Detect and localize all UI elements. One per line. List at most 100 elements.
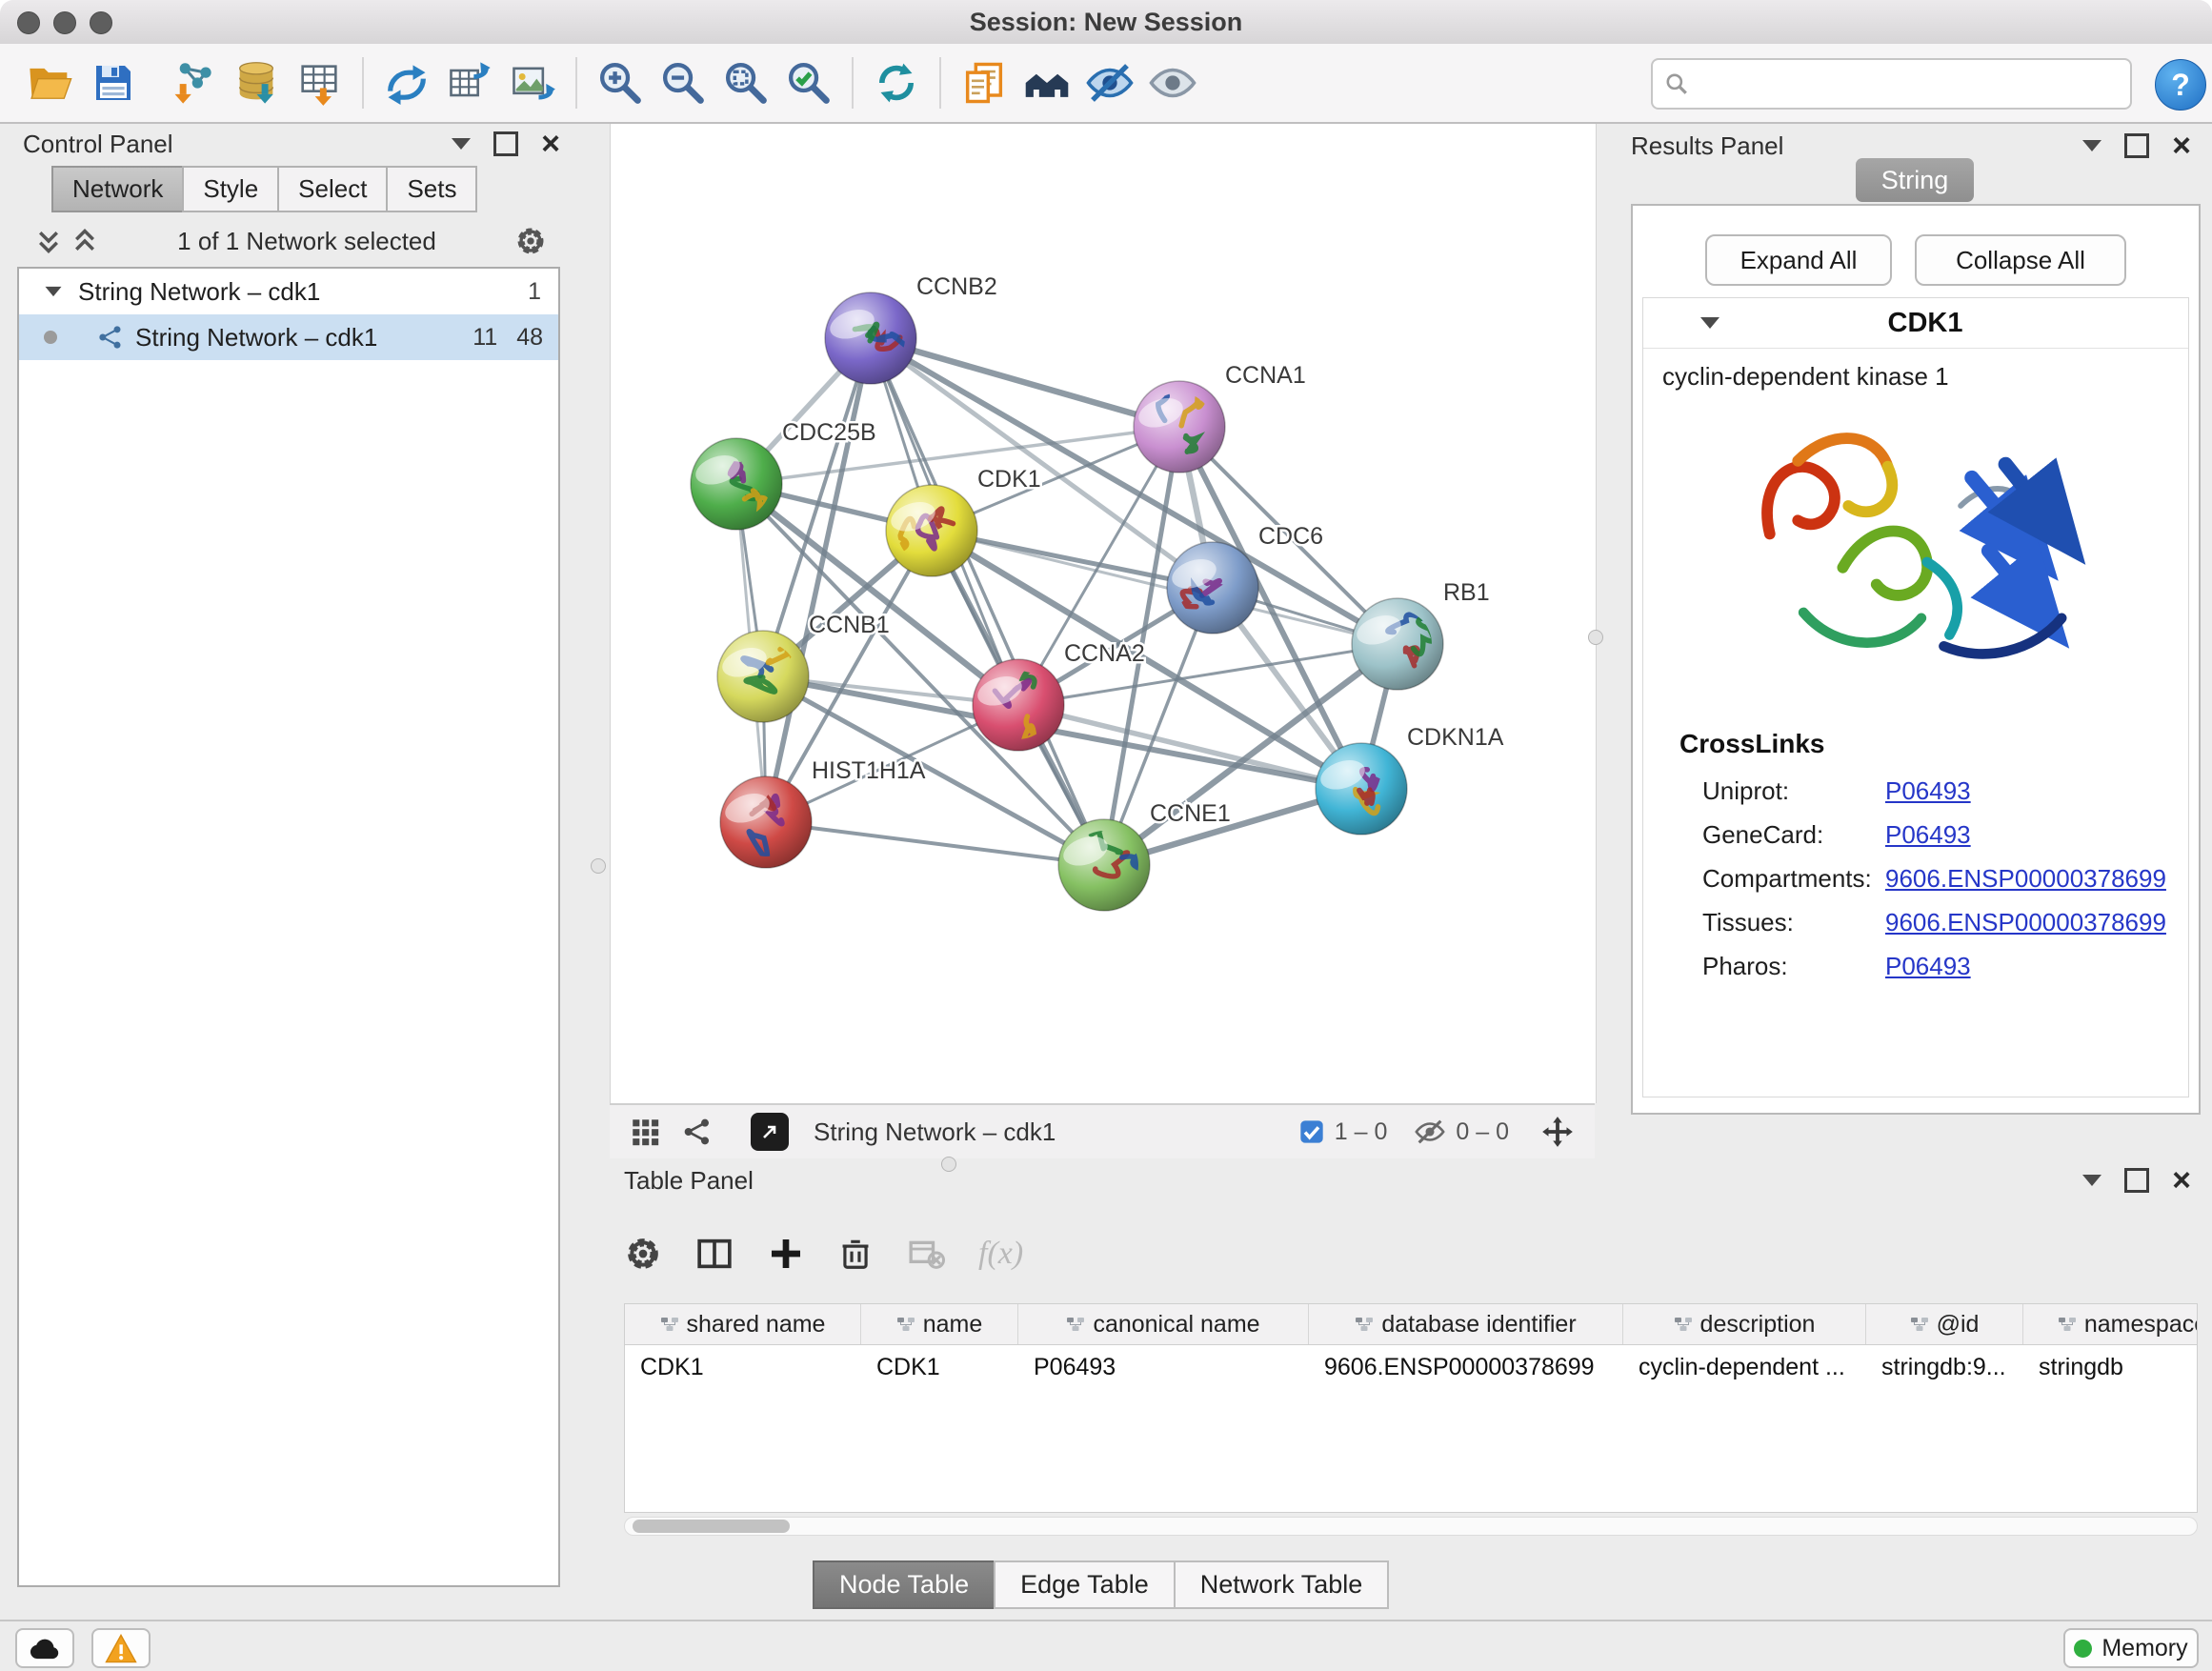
network-edge[interactable]	[932, 531, 1398, 644]
open-in-browser-button[interactable]	[751, 1113, 789, 1151]
save-session-button[interactable]	[87, 56, 140, 110]
table-cell[interactable]: cyclin-dependent ...	[1623, 1345, 1866, 1389]
tree-caret-icon[interactable]	[46, 287, 62, 296]
open-session-button[interactable]	[24, 56, 77, 110]
tab-node-table[interactable]: Node Table	[813, 1560, 995, 1609]
warnings-button[interactable]	[91, 1628, 151, 1668]
column-header-namespace[interactable]: namespace	[2023, 1304, 2198, 1344]
external-link-icon	[758, 1120, 781, 1143]
crosslink-value-link[interactable]: 9606.ENSP00000378699	[1885, 908, 2166, 937]
starter-panel-button[interactable]	[1020, 56, 1074, 110]
network-collection-row[interactable]: String Network – cdk1 1	[19, 269, 558, 314]
crosslink-value-link[interactable]: 9606.ENSP00000378699	[1885, 864, 2166, 894]
float-panel-icon[interactable]	[493, 131, 518, 156]
splitter-handle-right[interactable]	[1588, 630, 1603, 645]
column-header--id[interactable]: @id	[1866, 1304, 2023, 1344]
close-table-icon[interactable]: ×	[2172, 1171, 2191, 1190]
collapse-table-icon[interactable]	[2082, 1175, 2101, 1186]
node-label: CDC6	[1258, 523, 1323, 550]
network-view-canvas[interactable]: CCNB2CCNA1CDC25BCDK1CDC6RB1CCNB1CCNA2CDK…	[610, 124, 1597, 1103]
search-box[interactable]	[1651, 58, 2132, 110]
crosslink-value-link[interactable]: P06493	[1885, 820, 1971, 850]
houses-icon	[1022, 58, 1072, 108]
scrollbar-thumb[interactable]	[633, 1520, 790, 1533]
float-table-icon[interactable]	[2124, 1168, 2149, 1193]
hide-graphics-details-button[interactable]	[1083, 56, 1136, 110]
collapse-all-icon[interactable]	[34, 228, 63, 254]
network-edge[interactable]	[871, 338, 1179, 427]
splitter-handle-left[interactable]	[591, 858, 606, 874]
close-results-icon[interactable]: ×	[2172, 136, 2191, 155]
cloud-button[interactable]	[15, 1628, 74, 1668]
network-graph[interactable]: CCNB2CCNA1CDC25BCDK1CDC6RB1CCNB1CCNA2CDK…	[611, 124, 1596, 1103]
export-image-button[interactable]	[506, 56, 559, 110]
network-edge[interactable]	[766, 822, 1104, 865]
tab-string[interactable]: String	[1856, 158, 1974, 202]
gear-icon[interactable]	[514, 225, 547, 257]
tab-sets[interactable]: Sets	[386, 166, 477, 212]
import-table-button[interactable]	[292, 56, 346, 110]
network-node-CDKN1A[interactable]: CDKN1A	[1316, 724, 1504, 835]
zoom-out-button[interactable]	[656, 56, 710, 110]
help-button[interactable]: ?	[2155, 59, 2206, 111]
column-header-database-identifier[interactable]: database identifier	[1309, 1304, 1623, 1344]
apply-layout-button[interactable]	[870, 56, 923, 110]
collapse-all-button[interactable]: Collapse All	[1915, 234, 2126, 286]
pan-move-icon[interactable]	[1539, 1114, 1576, 1150]
column-header-name[interactable]: name	[861, 1304, 1018, 1344]
table-cell[interactable]: 9606.ENSP00000378699	[1309, 1345, 1623, 1389]
protein-section-header[interactable]: CDK1	[1643, 298, 2188, 349]
export-network-button[interactable]	[380, 56, 433, 110]
section-caret-icon[interactable]	[1700, 317, 1719, 329]
column-header-description[interactable]: description	[1623, 1304, 1866, 1344]
zoom-selected-button[interactable]	[782, 56, 835, 110]
duplicate-network-button[interactable]	[957, 56, 1011, 110]
import-network-file-button[interactable]	[167, 56, 220, 110]
float-results-icon[interactable]	[2124, 133, 2149, 158]
table-row[interactable]: CDK1CDK1P064939606.ENSP00000378699cyclin…	[625, 1345, 2197, 1389]
column-header-canonical-name[interactable]: canonical name	[1018, 1304, 1309, 1344]
network-node-HIST1H1A[interactable]: HIST1H1A	[720, 757, 926, 868]
tab-network-table[interactable]: Network Table	[1174, 1560, 1390, 1609]
crosslink-value-link[interactable]: P06493	[1885, 952, 1971, 981]
export-table-button[interactable]	[443, 56, 496, 110]
network-edge[interactable]	[871, 338, 1104, 865]
tab-style[interactable]: Style	[182, 166, 279, 212]
crosslink-value-link[interactable]: P06493	[1885, 776, 1971, 806]
search-input[interactable]	[1699, 69, 2119, 100]
tab-select[interactable]: Select	[277, 166, 388, 212]
delete-column-trash-icon[interactable]	[837, 1235, 874, 1273]
import-network-database-button[interactable]	[230, 56, 283, 110]
close-panel-icon[interactable]: ×	[541, 134, 560, 153]
show-columns-icon[interactable]	[694, 1235, 734, 1273]
table-settings-gear-icon[interactable]	[624, 1235, 662, 1273]
hidden-eye-slash-icon[interactable]	[1414, 1116, 1446, 1148]
table-horizontal-scrollbar[interactable]	[624, 1517, 2198, 1536]
memory-button[interactable]: Memory	[2063, 1628, 2199, 1668]
birdseye-grid-icon[interactable]	[629, 1116, 661, 1148]
network-node-CCNA1[interactable]: CCNA1	[1134, 362, 1306, 473]
share-network-icon[interactable]	[682, 1117, 713, 1147]
zoom-in-button[interactable]	[593, 56, 647, 110]
table-cell[interactable]: stringdb	[2023, 1345, 2198, 1389]
table-cell[interactable]: P06493	[1018, 1345, 1309, 1389]
table-cell[interactable]: CDK1	[625, 1345, 861, 1389]
tab-network[interactable]: Network	[51, 166, 184, 212]
collapse-results-icon[interactable]	[2082, 140, 2101, 151]
network-node-RB1[interactable]: RB1	[1352, 579, 1490, 690]
tab-edge-table[interactable]: Edge Table	[994, 1560, 1176, 1609]
show-graphics-details-button[interactable]	[1146, 56, 1199, 110]
selected-checkbox-icon[interactable]	[1298, 1118, 1325, 1145]
add-column-icon[interactable]	[767, 1235, 805, 1273]
expand-all-button[interactable]: Expand All	[1705, 234, 1892, 286]
collapse-panel-icon[interactable]	[452, 138, 471, 150]
network-node-CCNB1[interactable]: CCNB1	[717, 612, 890, 722]
network-row-selected[interactable]: String Network – cdk1 11 48	[19, 314, 558, 360]
table-cell[interactable]: stringdb:9...	[1866, 1345, 2023, 1389]
expand-all-icon[interactable]	[70, 228, 99, 254]
table-cell[interactable]: CDK1	[861, 1345, 1018, 1389]
network-node-CDK1[interactable]: CDK1	[886, 466, 1041, 576]
zoom-fit-button[interactable]	[719, 56, 773, 110]
network-node-CDC6[interactable]: CDC6	[1167, 523, 1323, 634]
column-header-shared-name[interactable]: shared name	[625, 1304, 861, 1344]
